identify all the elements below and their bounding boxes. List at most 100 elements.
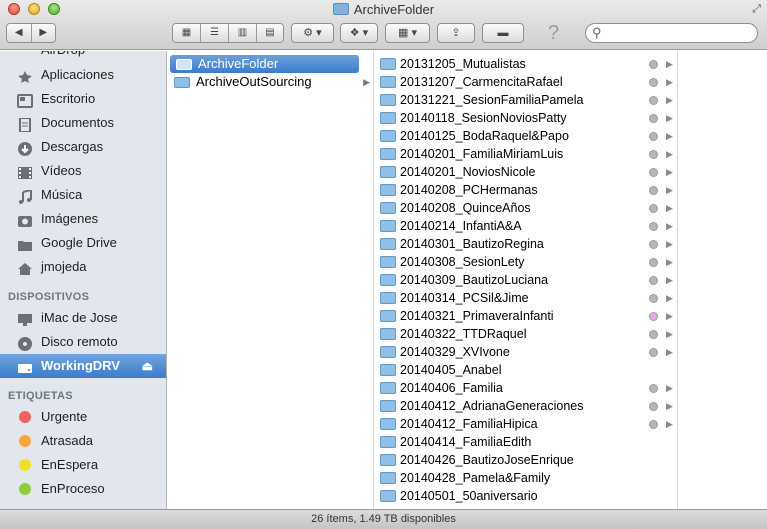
sidebar-item-disco-remoto[interactable]: Disco remoto — [0, 330, 166, 354]
folder-row-archivefolder[interactable]: ArchiveFolder ▶ — [170, 55, 371, 73]
folder-row[interactable]: 20140501_50aniversario — [375, 487, 677, 505]
share-button[interactable]: ⇪ — [437, 23, 475, 43]
sidebar-item-jmojeda[interactable]: jmojeda — [0, 255, 166, 279]
search-field[interactable]: ⚲ — [585, 23, 758, 43]
sidebar-tag-enproceso[interactable]: EnProceso — [0, 477, 166, 501]
search-icon: ⚲ — [592, 25, 602, 40]
sidebar-item-documentos[interactable]: Documentos — [0, 111, 166, 135]
coverflow-view-icon: ▤ — [257, 24, 283, 42]
sidebar-item-imac[interactable]: iMac de Jose — [0, 306, 166, 330]
action-menu-button[interactable]: ⚙ ▾ — [291, 23, 334, 43]
desktop-icon — [17, 92, 33, 108]
folder-icon — [380, 256, 396, 268]
search-input[interactable] — [608, 26, 748, 40]
folder-icon — [380, 94, 396, 106]
folder-icon — [380, 328, 396, 340]
tag-dot-icon — [649, 150, 658, 159]
disclosure-arrow-icon: ▶ — [666, 95, 673, 105]
movies-icon — [17, 164, 33, 179]
folder-icon — [380, 184, 396, 196]
dropbox-menu-button[interactable]: ❖ ▾ — [340, 23, 378, 43]
sidebar-item-aplicaciones[interactable]: Aplicaciones — [0, 63, 166, 87]
folder-icon — [380, 202, 396, 214]
icon-view-button[interactable]: ▦ — [173, 24, 201, 42]
tag-dot-icon — [649, 258, 658, 267]
folder-row[interactable]: 20140321_PrimaveraInfanti ▶ — [375, 307, 677, 325]
sidebar-item-descargas[interactable]: Descargas — [0, 135, 166, 159]
sidebar-item-imagenes[interactable]: Imágenes — [0, 207, 166, 231]
tag-dot-icon — [649, 60, 658, 69]
folder-row[interactable]: 20140201_NoviosNicole ▶ — [375, 163, 677, 181]
sidebar-tag-enespera[interactable]: EnEspera — [0, 453, 166, 477]
browser-column-3 — [679, 51, 767, 509]
disclosure-arrow-icon: ▶ — [666, 59, 673, 69]
browser-column-1: ArchiveFolder ▶ ArchiveOutSourcing ▶ — [168, 51, 374, 509]
disclosure-arrow-icon: ▶ — [666, 221, 673, 231]
disclosure-arrow-icon: ▶ — [666, 185, 673, 195]
back-button[interactable]: ◀ — [7, 24, 32, 42]
column-view-button[interactable]: ▥ — [229, 24, 257, 42]
folder-row[interactable]: 20140412_FamiliaHipica ▶ — [375, 415, 677, 433]
folder-icon — [380, 274, 396, 286]
chevron-right-icon: ▶ — [31, 24, 55, 42]
folder-row[interactable]: 20131205_Mutualistas ▶ — [375, 55, 677, 73]
folder-row[interactable]: 20140125_BodaRaquel&Papo ▶ — [375, 127, 677, 145]
sidebar-item-musica[interactable]: Música — [0, 183, 166, 207]
sidebar-tag-urgente[interactable]: Urgente — [0, 405, 166, 429]
sidebar-item-google-drive[interactable]: Google Drive — [0, 231, 166, 255]
folder-row[interactable]: 20140426_BautizoJoseEnrique — [375, 451, 677, 469]
disclosure-arrow-icon: ▶ — [666, 167, 673, 177]
tag-dot-icon — [649, 402, 658, 411]
folder-row[interactable]: 20140118_SesionNoviosPatty ▶ — [375, 109, 677, 127]
folder-row[interactable]: 20140208_PCHermanas ▶ — [375, 181, 677, 199]
folder-icon — [380, 490, 396, 502]
tag-dot-icon — [19, 483, 31, 495]
folder-icon — [174, 77, 190, 88]
fullscreen-icon[interactable]: ⤢ — [752, 3, 761, 16]
sidebar-item-airdrop[interactable]: AirDrop — [0, 51, 166, 62]
arrange-menu-button[interactable]: ▦ ▾ — [385, 23, 430, 43]
disc-icon — [17, 335, 33, 351]
folder-row[interactable]: 20140412_AdrianaGeneraciones ▶ — [375, 397, 677, 415]
folder-row[interactable]: 20140329_XVIvone ▶ — [375, 343, 677, 361]
tags-button[interactable]: ▬ — [482, 23, 524, 43]
folder-icon — [380, 220, 396, 232]
list-view-button[interactable]: ☰ — [201, 24, 229, 42]
browser-column-2: 20131205_Mutualistas ▶ 20131207_Carmencita… — [375, 51, 678, 509]
folder-icon — [380, 418, 396, 430]
folder-row[interactable]: 20140314_PCSil&Jime ▶ — [375, 289, 677, 307]
folder-row[interactable]: 20140414_FamiliaEdith — [375, 433, 677, 451]
folder-row[interactable]: 20140301_BautizoRegina ▶ — [375, 235, 677, 253]
forward-button[interactable]: ▶ — [31, 24, 55, 42]
eject-icon[interactable]: ⏏ — [142, 354, 153, 378]
drive-icon — [17, 359, 33, 373]
folder-row[interactable]: 20140214_InfantiA&A ▶ — [375, 217, 677, 235]
folder-row[interactable]: 20140201_FamiliaMiriamLuis ▶ — [375, 145, 677, 163]
disclosure-arrow-icon: ▶ — [666, 293, 673, 303]
folder-row-archiveoutsourcing[interactable]: ArchiveOutSourcing ▶ — [168, 73, 374, 91]
folder-row[interactable]: 20140208_QuinceAños ▶ — [375, 199, 677, 217]
folder-row[interactable]: 20140309_BautizoLuciana ▶ — [375, 271, 677, 289]
folder-row[interactable]: 20140308_SesionLety ▶ — [375, 253, 677, 271]
folder-row[interactable]: 20131207_CarmencitaRafael ▶ — [375, 73, 677, 91]
imac-icon — [17, 311, 33, 326]
music-icon — [17, 188, 33, 204]
folder-row[interactable]: 20140322_TTDRaquel ▶ — [375, 325, 677, 343]
tags-header: ETIQUETAS — [8, 390, 73, 402]
disclosure-arrow-icon: ▶ — [666, 239, 673, 249]
folder-row[interactable]: 20131221_SesionFamiliaPamela ▶ — [375, 91, 677, 109]
window-title: ArchiveFolder — [0, 2, 767, 17]
coverflow-view-button[interactable]: ▤ — [257, 24, 283, 42]
sidebar-item-escritorio[interactable]: Escritorio — [0, 87, 166, 111]
folder-row[interactable]: 20140405_Anabel — [375, 361, 677, 379]
sidebar-item-workingdrv[interactable]: WorkingDRV ⏏ — [0, 354, 166, 378]
folder-row[interactable]: 20140406_Familia ▶ — [375, 379, 677, 397]
toggle-icon: ▬ — [497, 27, 509, 39]
sidebar-tag-atrasada[interactable]: Atrasada — [0, 429, 166, 453]
folder-row[interactable]: 20140428_Pamela&Family — [375, 469, 677, 487]
tag-dot-icon — [649, 240, 658, 249]
list-view-icon: ☰ — [201, 24, 228, 42]
help-button[interactable]: ? — [548, 22, 559, 45]
sidebar-item-videos[interactable]: Vídeos — [0, 159, 166, 183]
disclosure-arrow-icon: ▶ — [666, 401, 673, 411]
